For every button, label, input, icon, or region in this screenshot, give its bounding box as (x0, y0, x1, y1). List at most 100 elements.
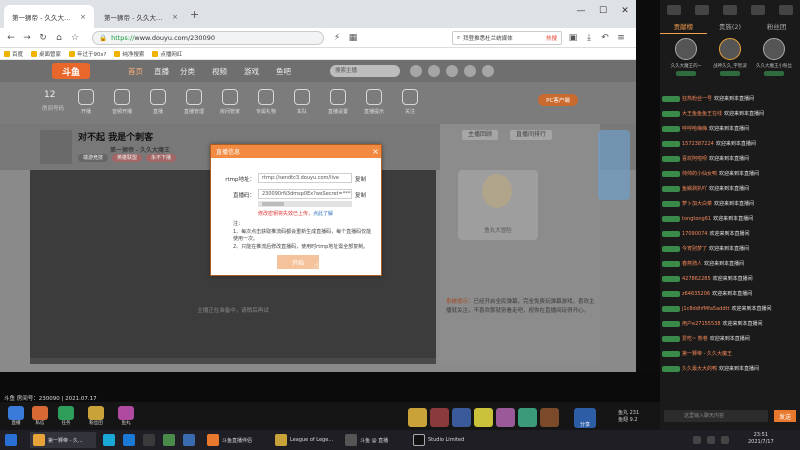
menu-icon[interactable]: ≡ (614, 31, 628, 45)
back-arrow-icon[interactable]: ← (4, 31, 18, 45)
tool-gift[interactable]: 专属礼物 (246, 89, 286, 115)
chat-user[interactable]: 喜欢阿啦呗 (682, 155, 707, 162)
taskbar-item[interactable]: 第一狮帝 - 久... (30, 432, 96, 448)
bookmark-item[interactable]: 百度 (4, 50, 23, 58)
nav-home[interactable]: 首页 (128, 66, 143, 77)
bookmark-item[interactable]: 纯净搜索 (114, 50, 144, 58)
tool-settings[interactable]: 直播设置 (318, 89, 358, 115)
chat-tool-icon[interactable] (695, 5, 709, 15)
chat-user[interactable]: 萝卜加大白菜 (682, 200, 712, 207)
copy-rtmp-button[interactable]: 复制 (355, 175, 366, 183)
close-icon[interactable]: × (80, 13, 86, 21)
nav-fishbar[interactable]: 鱼吧 (276, 66, 291, 77)
contributor[interactable]: 久久大魔王的~ (666, 38, 706, 76)
bookmark-item[interactable]: 点播网红 (152, 50, 182, 58)
tag[interactable]: 英雄联盟 (112, 154, 143, 162)
tool-follow[interactable]: 关注 (390, 89, 430, 115)
chat-user[interactable]: tongtong61 (682, 216, 711, 222)
gift-rocket-icon[interactable] (430, 408, 449, 427)
minimize-button[interactable]: — (570, 0, 592, 22)
hot-search-label[interactable]: 热搜 (546, 34, 557, 42)
chat-user[interactable]: 17090074 (682, 231, 707, 237)
chat-input[interactable]: 这里输入聊天内容 (664, 410, 768, 422)
taskbar-item[interactable] (180, 432, 198, 448)
dock-button[interactable]: 鱼丸 (116, 406, 136, 428)
taskbar-item[interactable]: 斗鱼 @ 直播 (342, 432, 406, 448)
site-search-input[interactable]: 搜索主播 (330, 65, 400, 77)
gift-item[interactable] (408, 408, 427, 427)
chat-user[interactable]: 狂热粉丝一号 (682, 95, 712, 102)
tool-live[interactable]: 直播 (138, 89, 178, 115)
browser-tab[interactable]: 第一狮帝 - 久久大魔王的... × (96, 5, 186, 28)
anchor-name[interactable]: 第一狮帝 - 久久大魔王 (110, 145, 170, 154)
dock-button[interactable]: 粉丝团 (86, 406, 106, 428)
browser-tab-active[interactable]: 第一狮帝 - 久久大魔王直播间_斗 × (4, 5, 94, 28)
forward-arrow-icon[interactable]: → (20, 31, 34, 45)
close-icon[interactable]: × (370, 145, 381, 158)
scrollbar-thumb[interactable] (262, 202, 284, 206)
tool-team[interactable]: 车队 (282, 89, 322, 115)
chat-user[interactable]: j1c8ddhfMfa5addtt (682, 306, 729, 312)
gift-item[interactable] (518, 408, 537, 427)
new-tab-button[interactable]: + (190, 8, 199, 21)
gift-item[interactable] (540, 408, 559, 427)
tool-housekeeper[interactable]: 房间管家 (210, 89, 250, 115)
chat-user[interactable]: 久久最大大的鸭 (682, 365, 717, 372)
browser-search-box[interactable]: ⌕ 拜登推悉杜兰统媒体 热搜 (452, 31, 562, 45)
chat-user[interactable]: z64635206 (682, 291, 710, 297)
tray-icon[interactable] (690, 432, 704, 448)
gift-plane-icon[interactable] (452, 408, 471, 427)
taskbar-item[interactable]: League of Legends (272, 432, 338, 448)
douyu-logo[interactable]: 斗鱼 (52, 63, 90, 79)
taskbar-item[interactable] (100, 432, 118, 448)
close-window-button[interactable]: ✕ (614, 0, 636, 22)
chat-user[interactable]: 鱼鳞涮扒吖 (682, 185, 707, 192)
nav-video[interactable]: 视频 (212, 66, 227, 77)
chat-tool-icon[interactable] (723, 5, 737, 15)
gift-item[interactable] (496, 408, 515, 427)
taskbar-item[interactable]: 斗鱼直播伴侣 (204, 432, 268, 448)
user-avatar[interactable] (464, 65, 476, 77)
tab-nobles[interactable]: 贵族(2) (707, 20, 754, 34)
bookmark-item[interactable]: 年过于90s? (69, 50, 106, 58)
clock[interactable]: 23:51 2021/7/17 (748, 432, 774, 446)
contributor[interactable]: 战神久久_宇智波 (710, 38, 750, 76)
taskbar-item[interactable]: Studio Limited (410, 432, 476, 448)
star-icon[interactable]: ☆ (68, 31, 82, 45)
undo-icon[interactable]: ↶ (598, 31, 612, 45)
pc-client-button[interactable]: PC客户端 (538, 94, 578, 106)
chat-tool-icon[interactable] (667, 5, 681, 15)
tab-contribution[interactable]: 贡献榜 (660, 20, 707, 34)
chat-tool-icon[interactable] (779, 5, 793, 15)
chat-user[interactable]: 帅帅的小仙女鸭 (682, 170, 717, 177)
chat-tool-icon[interactable] (751, 5, 765, 15)
start-button[interactable] (2, 432, 20, 448)
chat-user[interactable]: 呼呼哈嗨嗨 (682, 125, 707, 132)
chat-message-list[interactable]: 狂热粉丝一号 欢迎来到本直播间 大王鱼鱼鱼王在线 欢迎来到本直播间 呼呼哈嗨嗨 欢迎来… (660, 92, 800, 392)
tab-fan-club[interactable]: 粉丝团 (753, 20, 800, 34)
extension-icon[interactable]: ▣ (566, 31, 580, 45)
tab-anchor-review[interactable]: 主播回顾 (462, 130, 499, 140)
maximize-button[interactable]: ☐ (592, 0, 614, 22)
contributor[interactable]: 久久大魔王小粉丝 (754, 38, 794, 76)
nav-games[interactable]: 游戏 (244, 66, 259, 77)
tag[interactable]: 端游竞技 (78, 154, 109, 162)
start-button[interactable]: 开始 (277, 255, 319, 269)
tray-icon[interactable] (704, 432, 718, 448)
history-icon[interactable] (410, 65, 422, 77)
taskbar-item[interactable] (160, 432, 178, 448)
gift-item[interactable] (474, 408, 493, 427)
chat-user[interactable]: 爱吃~ 熊卷 (682, 335, 708, 342)
tool-audio-live[interactable]: 音频开播 (102, 89, 142, 115)
chat-user[interactable]: 用户e27155538 (682, 320, 721, 327)
dock-button[interactable]: 私信 (30, 406, 50, 428)
tool-tips[interactable]: 直播提示 (354, 89, 394, 115)
tag[interactable]: 永不下播 (146, 154, 177, 162)
tool-manage[interactable]: 直播管理 (174, 89, 214, 115)
dock-button[interactable]: 直播 (6, 406, 26, 428)
nav-category[interactable]: 分类 (180, 66, 195, 77)
copy-code-button[interactable]: 复制 (355, 191, 366, 199)
notification-icon[interactable] (482, 65, 494, 77)
taskbar-item[interactable] (140, 432, 158, 448)
stream-key-scrollbar[interactable] (258, 201, 352, 207)
